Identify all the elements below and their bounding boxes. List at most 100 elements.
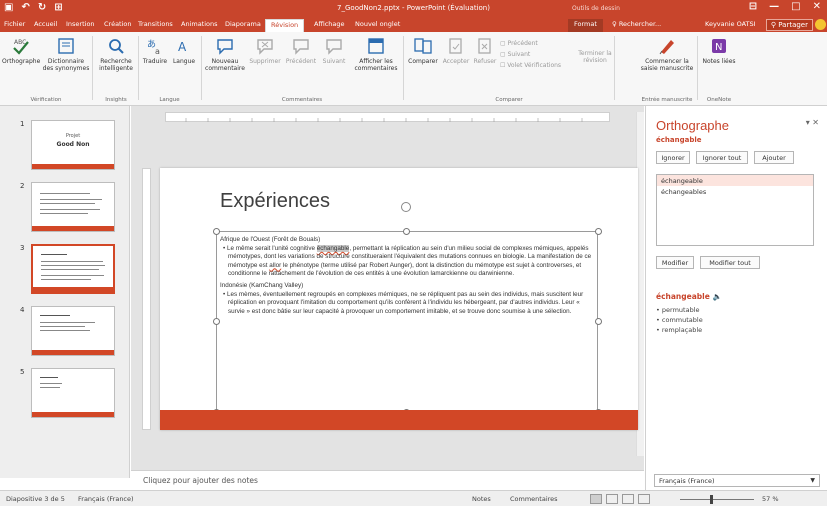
vertical-ruler[interactable] [142,168,151,430]
tab-creation[interactable]: Création [104,20,132,28]
compare-suivant-button[interactable]: ▢ Suivant [500,49,561,60]
langue-button[interactable]: A Langue [170,36,198,65]
group-insights: Insights [105,97,127,103]
minimize-icon[interactable]: — [769,1,779,12]
refuser-button[interactable]: Refuser [472,36,498,65]
commencer-saisie-button[interactable]: Commencer la saisie manuscrite [640,36,694,72]
slideshow-icon[interactable] [638,494,650,504]
share-button[interactable]: ⚲ Partager [765,19,813,31]
thumb-bar [32,350,114,355]
separator [138,36,139,100]
slide-thumbnail-3[interactable] [31,244,115,294]
suggestions-list[interactable]: échangeable échangeables [656,174,814,246]
thumb-number: 3 [20,244,25,252]
horizontal-ruler[interactable] [165,112,610,122]
orthographe-button[interactable]: ABC Orthographe [2,36,40,65]
afficher-commentaires-button[interactable]: Afficher les commentaires [352,36,400,72]
slide-sorter-icon[interactable] [606,494,618,504]
tab-transitions[interactable]: Transitions [138,20,173,28]
ajouter-button[interactable]: Ajouter [754,151,794,164]
modifier-button[interactable]: Modifier [656,256,694,269]
supprimer-comment-button[interactable]: Supprimer [247,36,283,65]
tab-revision[interactable]: Révision [265,19,305,32]
comparer-button[interactable]: Comparer [406,36,440,65]
accepter-button[interactable]: Accepter [441,36,471,65]
precedent-comment-button[interactable]: Précédent [284,36,318,65]
compare-precedent-button[interactable]: ▢ Précédent [500,38,561,49]
close-pane-icon[interactable]: ▾ ✕ [806,118,819,127]
textbox-content[interactable]: Afrique de l'Ouest (Forêt de Bouals) • L… [220,235,598,316]
comments-toggle[interactable]: Commentaires [510,495,558,503]
ignorer-button[interactable]: Ignorer [656,151,690,164]
recherche-intelligente-button[interactable]: Recherche intelligente [96,36,136,72]
resize-handle[interactable] [213,318,220,325]
slide-counter: Diapositive 3 de 5 [6,495,65,503]
misspelled-word[interactable]: échangable [316,245,350,253]
slide-footer-bar [160,410,638,430]
separator [201,36,202,100]
tab-insertion[interactable]: Insertion [66,20,95,28]
rotate-handle-icon[interactable] [401,202,411,212]
ignorer-tout-button[interactable]: Ignorer tout [696,151,748,164]
tab-diaporama[interactable]: Diaporama [225,20,261,28]
modifier-tout-button[interactable]: Modifier tout [700,256,760,269]
delete-comment-icon [257,39,273,55]
zoom-slider[interactable] [680,499,754,500]
tab-accueil[interactable]: Accueil [34,20,57,28]
normal-view-icon[interactable] [590,494,602,504]
traduire-button[interactable]: あa Traduire [141,36,169,65]
notes-toggle[interactable]: Notes [472,495,491,503]
terminer-revision-button[interactable]: Terminer la révision [578,50,612,64]
close-icon[interactable]: ✕ [813,1,821,12]
feedback-smiley-icon[interactable] [815,19,826,30]
suggestion-item[interactable]: échangeables [657,186,813,197]
resize-handle[interactable] [595,228,602,235]
tab-fichier[interactable]: Fichier [4,20,25,28]
reading-view-icon[interactable] [622,494,634,504]
user-name[interactable]: Keyvanie OATSI [705,20,756,28]
notes-placeholder[interactable]: Cliquez pour ajouter des notes [143,476,258,485]
zoom-level[interactable]: 57 % [762,495,779,503]
tab-animations[interactable]: Animations [181,20,218,28]
new-comment-icon [217,39,233,55]
tell-me-search[interactable]: ♀ Rechercher... [612,20,661,28]
ribbon-tabs: Fichier Accueil Insertion Création Trans… [0,18,827,32]
dictionnaire-button[interactable]: Dictionnaire des synonymes [42,36,90,72]
thumb-number: 1 [20,120,25,128]
nouveau-commentaire-button[interactable]: Nouveau commentaire [204,36,246,72]
notes-liees-button[interactable]: N Notes liées [702,36,736,65]
synonym-item: • permutable [656,306,700,314]
tab-nouvel-onglet[interactable]: Nouvel onglet [355,20,400,28]
title-bar: ▣ ↶ ↻ ⊞ 7_GoodNon2.pptx - PowerPoint (Év… [0,0,827,18]
suggestion-item[interactable]: échangeable [657,175,813,186]
slide-thumbnail-1[interactable]: Projet Good Non [31,120,115,170]
thumb-title: Projet [65,133,81,139]
tab-affichage[interactable]: Affichage [314,20,345,28]
maximize-icon[interactable]: □ [791,1,800,12]
resize-handle[interactable] [213,228,220,235]
notes-pane[interactable]: Cliquez pour ajouter des notes [131,470,644,490]
slide-thumbnail-5[interactable] [31,368,115,418]
slide-thumbnail-2[interactable] [31,182,115,232]
slide-thumbnail-4[interactable] [31,306,115,356]
previous-comment-icon [293,39,309,55]
suivant-comment-button[interactable]: Suivant [319,36,349,65]
onenote-icon: N [712,39,726,53]
resize-handle[interactable] [403,228,410,235]
tab-format[interactable]: Format [568,19,603,32]
flagged-word[interactable]: allor [269,262,281,269]
resize-handle[interactable] [595,318,602,325]
speaker-icon[interactable]: 🔈 [712,292,721,301]
spellcheck-icon: ABC [13,39,29,55]
window-title: 7_GoodNon2.pptx - PowerPoint (Évaluation… [337,4,490,12]
ribbon-display-icon[interactable]: ⊟ [749,1,757,12]
slide-title[interactable]: Expériences [220,190,330,213]
thumb-line [40,322,95,323]
status-bar: Diapositive 3 de 5 Français (France) Not… [0,490,827,506]
svg-text:A: A [178,40,187,54]
language-select[interactable]: Français (France) ▼ [654,474,820,487]
status-language[interactable]: Français (France) [78,495,134,503]
zoom-slider-thumb[interactable] [710,495,713,504]
volet-verifications-button[interactable]: ☐ Volet Vérifications [500,60,561,71]
group-comparer: Comparer [495,97,523,103]
